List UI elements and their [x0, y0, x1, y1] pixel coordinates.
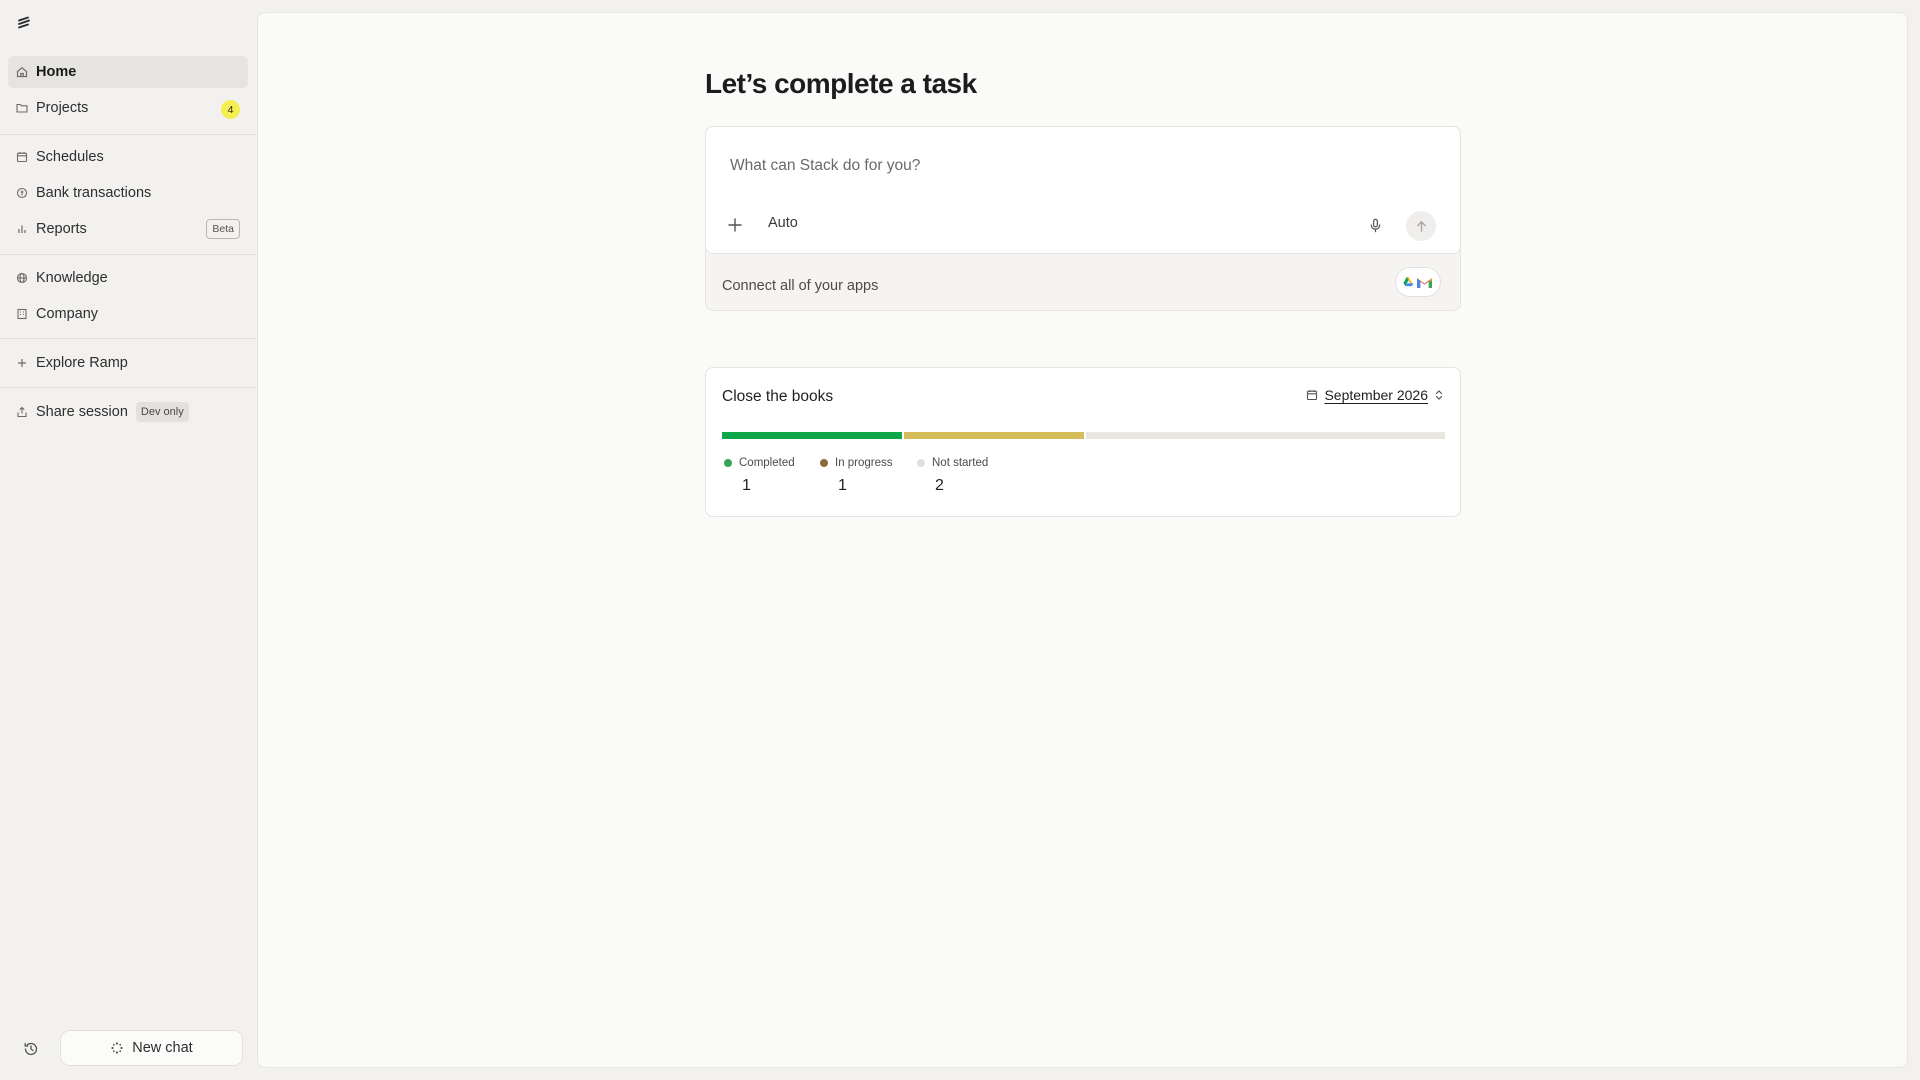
legend-count: 2 — [935, 477, 944, 494]
gmail-icon — [1417, 277, 1432, 288]
sidebar-item-reports[interactable]: Reports Beta — [8, 213, 248, 245]
dev-only-badge: Dev only — [135, 402, 189, 422]
plus-icon — [16, 357, 28, 369]
progress-segment-completed — [722, 432, 902, 439]
task-composer: Auto Connect all of your apps — [705, 126, 1461, 311]
calendar-icon — [1307, 390, 1318, 401]
calendar-icon — [16, 151, 28, 163]
legend-label: In progress — [835, 457, 893, 469]
history-icon[interactable] — [20, 1038, 42, 1060]
google-drive-icon — [1403, 276, 1414, 286]
sidebar-item-schedules[interactable]: Schedules — [8, 141, 248, 173]
sidebar-item-label: Home — [36, 64, 77, 80]
chevron-up-down-icon — [1435, 390, 1443, 400]
sidebar-divider — [0, 338, 256, 339]
sidebar-item-label: Explore Ramp — [36, 355, 128, 371]
legend-count: 1 — [838, 477, 847, 494]
status-progress-bar — [722, 432, 1445, 439]
mode-selector[interactable]: Auto — [768, 215, 798, 231]
sidebar-item-label: Schedules — [36, 149, 104, 165]
send-button[interactable] — [1406, 211, 1436, 241]
status-dot — [820, 459, 828, 467]
bar-chart-icon — [16, 223, 28, 235]
prompt-input[interactable] — [730, 155, 1430, 177]
close-the-books-card: Close the books September 2026 Completed… — [705, 367, 1461, 517]
globe-icon — [16, 272, 28, 284]
progress-segment-not-started — [1085, 432, 1445, 439]
card-title: Close the books — [722, 388, 834, 405]
sidebar: Home Projects 4 Schedules Bank transacti… — [0, 0, 256, 1080]
period-label: September 2026 — [1324, 387, 1428, 403]
legend-completed: Completed 1 — [724, 457, 795, 495]
main-panel: Let’s complete a task Auto Connect all o… — [257, 12, 1908, 1068]
sidebar-item-share-session[interactable]: Share session Dev only — [8, 396, 248, 428]
legend-in-progress: In progress 1 — [820, 457, 893, 495]
new-chat-label: New chat — [132, 1040, 193, 1056]
share-icon — [16, 406, 28, 418]
beta-badge: Beta — [206, 219, 240, 239]
microphone-icon[interactable] — [1364, 214, 1386, 236]
sidebar-item-label: Bank transactions — [36, 185, 152, 201]
sidebar-item-label: Company — [36, 306, 99, 322]
sidebar-item-knowledge[interactable]: Knowledge — [8, 262, 248, 294]
legend-count: 1 — [742, 477, 751, 494]
status-dot — [724, 459, 732, 467]
sidebar-item-label: Knowledge — [36, 270, 108, 286]
add-attachment-icon[interactable] — [724, 214, 746, 236]
progress-segment-in-progress — [903, 432, 1084, 439]
sidebar-item-explore-ramp[interactable]: Explore Ramp — [8, 347, 248, 379]
projects-count-badge: 4 — [221, 100, 240, 119]
arrow-up-icon — [1416, 220, 1426, 232]
legend-label: Not started — [932, 457, 989, 469]
sidebar-item-bank-transactions[interactable]: Bank transactions — [8, 177, 248, 209]
sparkle-dots-icon — [111, 1042, 123, 1054]
composer-input-area: Auto — [705, 126, 1461, 254]
sidebar-item-company[interactable]: Company — [8, 298, 248, 330]
connect-apps-link[interactable]: Connect all of your apps — [722, 278, 878, 294]
home-icon — [16, 66, 28, 78]
sidebar-item-home[interactable]: Home — [8, 56, 248, 88]
sidebar-divider — [0, 134, 256, 135]
stack-logo-icon[interactable] — [16, 15, 32, 31]
sidebar-item-label: Projects — [36, 100, 89, 116]
page-title: Let’s complete a task — [705, 68, 977, 99]
sidebar-item-label: Reports — [36, 221, 87, 237]
sidebar-item-label: Share session — [36, 404, 128, 420]
new-chat-button[interactable]: New chat — [60, 1030, 243, 1066]
legend-label: Completed — [739, 457, 795, 469]
status-dot — [917, 459, 925, 467]
connected-apps-icons[interactable] — [1395, 267, 1441, 297]
bank-icon — [16, 187, 28, 199]
building-icon — [16, 308, 28, 320]
sidebar-divider — [0, 387, 256, 388]
folder-icon — [16, 102, 28, 114]
sidebar-item-projects[interactable]: Projects 4 — [8, 92, 248, 124]
period-picker[interactable]: September 2026 — [1306, 387, 1444, 403]
sidebar-divider — [0, 254, 256, 255]
legend-not-started: Not started 2 — [917, 457, 988, 495]
